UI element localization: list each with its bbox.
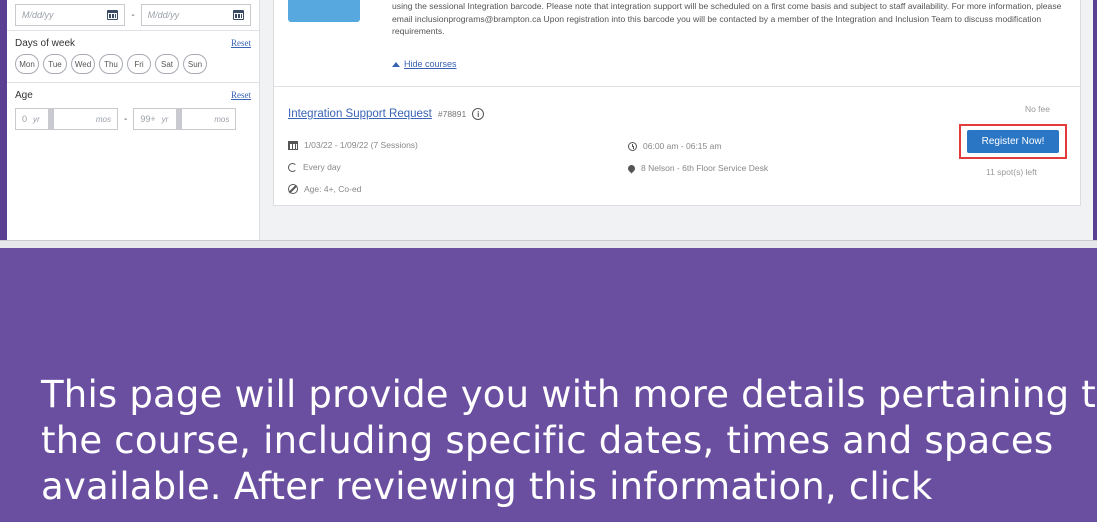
age-max-input[interactable]: 99+ yr mos <box>133 108 237 130</box>
course-id: #78891 <box>437 109 467 119</box>
course-location-text: 8 Nelson - 6th Floor Service Desk <box>641 163 769 173</box>
chevron-up-icon <box>392 61 400 67</box>
left-edge <box>0 0 7 248</box>
day-chip-wed[interactable]: Wed <box>71 54 95 74</box>
screenshot-bottom-edge <box>0 240 1097 248</box>
right-edge <box>1093 0 1097 248</box>
age-max-months-unit: mos <box>214 114 230 124</box>
age-reset-link[interactable]: Reset <box>231 90 251 100</box>
course-frequency-text: Every day <box>303 162 341 172</box>
course-title-link[interactable]: Integration Support Request <box>288 108 432 120</box>
age-min-years: 0 <box>22 114 28 124</box>
day-chip-tue[interactable]: Tue <box>43 54 67 74</box>
age-max-divider <box>176 108 183 130</box>
date-from-input[interactable]: M/dd/yy <box>15 4 126 26</box>
calendar-icon[interactable] <box>107 10 119 20</box>
hide-courses-label: Hide courses <box>404 59 457 69</box>
location-pin-icon <box>626 163 637 173</box>
caption-line-3: available. After reviewing this informat… <box>41 465 933 508</box>
calendar-icon <box>288 140 298 150</box>
day-chip-thu[interactable]: Thu <box>99 54 123 74</box>
hide-courses-link[interactable]: Hide courses <box>392 59 457 69</box>
age-min-years-unit: yr <box>33 114 40 124</box>
age-min-divider <box>47 108 54 130</box>
date-to-placeholder: M/dd/yy <box>147 10 180 20</box>
program-image <box>288 0 360 22</box>
clock-icon <box>628 141 637 151</box>
course-age: Age: 4+, Co-ed <box>288 184 361 194</box>
course-header: Integration Support Request #78891 i <box>288 108 485 120</box>
day-chip-sat[interactable]: Sat <box>155 54 179 74</box>
register-highlight: Register Now! <box>959 124 1067 159</box>
calendar-icon[interactable] <box>233 10 244 20</box>
date-to-input[interactable]: M/dd/yy <box>140 4 251 26</box>
day-chips: Mon Tue Wed Thu Fri Sat Sun <box>15 51 251 82</box>
course-dates: 1/03/22 - 1/09/22 (7 Sessions) <box>288 140 418 150</box>
spots-left: 11 spot(s) left <box>986 167 1037 177</box>
days-reset-link[interactable]: Reset <box>231 38 251 48</box>
course-card: using the sessional Integration barcode.… <box>273 0 1081 206</box>
course-dates-text: 1/03/22 - 1/09/22 (7 Sessions) <box>304 140 418 150</box>
tutorial-caption: This page will provide you with more det… <box>41 372 1097 510</box>
day-chip-sun[interactable]: Sun <box>183 54 207 74</box>
course-time-text: 06:00 am - 06:15 am <box>643 141 722 151</box>
info-icon[interactable]: i <box>472 108 485 120</box>
caption-line-2: the course, including specific dates, ti… <box>41 419 1054 462</box>
day-chip-mon[interactable]: Mon <box>15 54 39 74</box>
course-age-text: Age: 4+, Co-ed <box>304 184 362 194</box>
filter-sidebar: M/dd/yy - M/dd/yy Days of week Reset Mon… <box>7 0 260 240</box>
days-filter: Days of week Reset Mon Tue Wed Thu Fri S… <box>7 31 259 83</box>
repeat-icon <box>288 162 297 172</box>
age-separator: - <box>124 113 128 125</box>
age-min-input[interactable]: 0 yr mos <box>15 108 118 130</box>
course-frequency: Every day <box>288 162 341 172</box>
age-max-years: 99+ <box>140 114 156 124</box>
age-filter: Age Reset 0 yr mos - 99+ yr mos <box>7 83 259 135</box>
course-fee: No fee <box>1024 104 1050 114</box>
date-filter: M/dd/yy - M/dd/yy <box>7 0 259 31</box>
date-from-placeholder: M/dd/yy <box>22 10 54 20</box>
card-divider <box>274 86 1080 87</box>
day-chip-fri[interactable]: Fri <box>127 54 151 74</box>
program-description: using the sessional Integration barcode.… <box>392 1 1062 36</box>
date-separator: - <box>131 9 135 21</box>
age-min-months-unit: mos <box>95 114 111 124</box>
course-location: 8 Nelson - 6th Floor Service Desk <box>626 163 769 173</box>
restriction-icon <box>288 184 298 194</box>
age-max-years-unit: yr <box>161 114 169 124</box>
caption-line-1: This page will provide you with more det… <box>41 373 1097 416</box>
register-now-button[interactable]: Register Now! <box>967 130 1059 153</box>
days-title: Days of week <box>15 37 76 49</box>
screenshot-frame: M/dd/yy - M/dd/yy Days of week Reset Mon… <box>0 0 1097 248</box>
course-time: 06:00 am - 06:15 am <box>628 141 721 151</box>
age-title: Age <box>15 89 33 101</box>
